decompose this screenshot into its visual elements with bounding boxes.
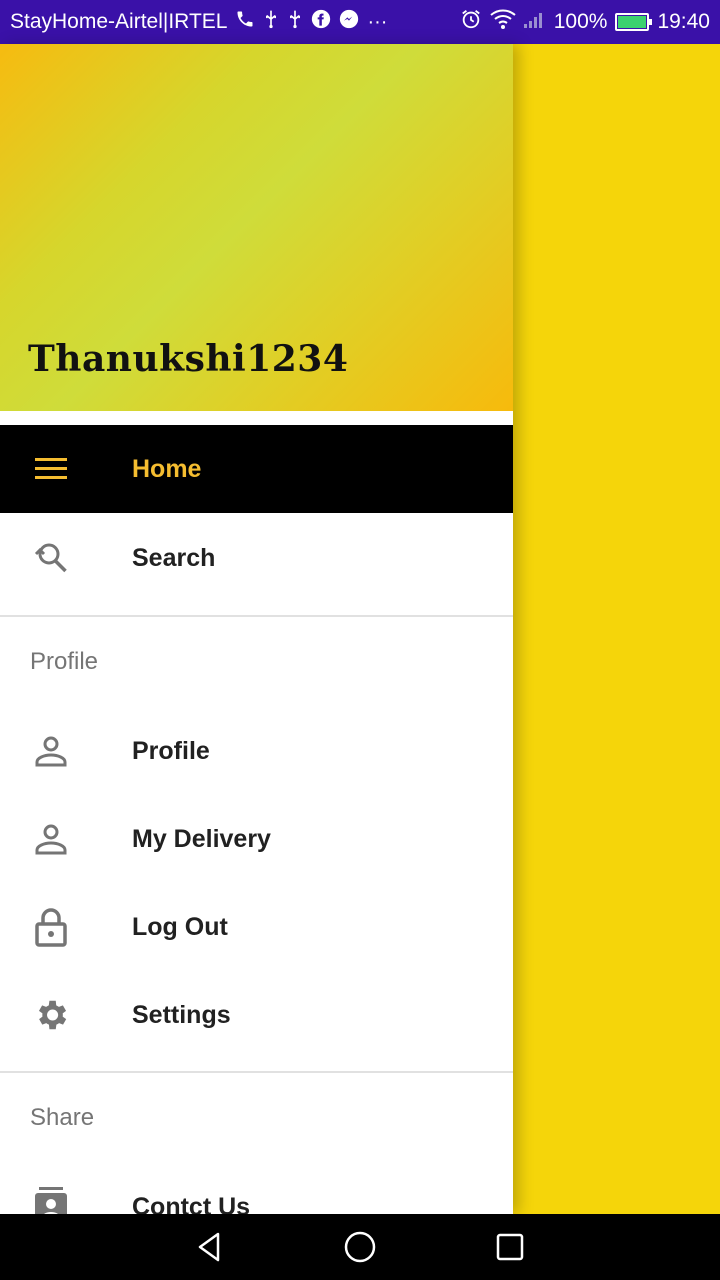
carrier-name: StayHome-Airtel|IRTEL <box>10 10 228 33</box>
drawer-username: Thanukshi1234 <box>28 338 349 380</box>
more-notifications-icon: ··· <box>367 11 388 33</box>
nav-item-my-delivery[interactable]: My Delivery <box>0 795 513 883</box>
nav-item-settings[interactable]: Settings <box>0 971 513 1059</box>
status-bar: StayHome-Airtel|IRTEL ··· 100% 19:40 <box>0 0 720 44</box>
status-left: StayHome-Airtel|IRTEL ··· <box>10 9 387 35</box>
nav-item-label: My Delivery <box>132 824 271 853</box>
messenger-icon <box>339 9 359 35</box>
nav-item-label: Settings <box>132 1000 231 1029</box>
phone-icon <box>235 9 255 35</box>
system-nav-bar <box>0 1214 720 1280</box>
header-spacer <box>0 411 513 425</box>
nav-item-label: Log Out <box>132 912 228 941</box>
lock-icon <box>30 906 72 948</box>
wifi-icon <box>490 9 516 35</box>
clock: 19:40 <box>657 10 710 33</box>
menu-icon <box>30 448 72 490</box>
person-icon <box>30 730 72 772</box>
section-title-profile: Profile <box>30 648 99 675</box>
contact-icon <box>30 1186 72 1214</box>
screen: StayHome-Airtel|IRTEL ··· 100% 19:40 Tha… <box>0 0 720 1280</box>
home-button[interactable] <box>340 1227 380 1267</box>
alarm-icon <box>460 8 482 36</box>
person-icon <box>30 818 72 860</box>
signal-icon <box>523 10 546 34</box>
nav-item-profile[interactable]: Profile <box>0 707 513 795</box>
search-icon <box>30 537 72 579</box>
usb-icon <box>263 9 279 35</box>
nav-item-label: Contct Us <box>132 1192 251 1215</box>
navigation-drawer: Thanukshi1234 Home Search Profile Profil… <box>0 44 513 1214</box>
facebook-icon <box>311 9 331 35</box>
usb-icon <box>287 9 303 35</box>
recent-apps-button[interactable] <box>490 1227 530 1267</box>
nav-item-contact-us[interactable]: Contct Us <box>0 1163 513 1214</box>
nav-item-log-out[interactable]: Log Out <box>0 883 513 971</box>
back-button[interactable] <box>190 1227 230 1267</box>
nav-item-home[interactable]: Home <box>0 425 513 513</box>
gear-icon <box>30 994 72 1036</box>
drawer-header: Thanukshi1234 <box>0 44 513 411</box>
nav-item-label: Search <box>132 543 216 572</box>
battery-percent: 100% <box>553 10 608 33</box>
status-right: 100% 19:40 <box>460 8 710 36</box>
battery-icon <box>615 13 653 31</box>
section-title-share: Share <box>30 1104 95 1131</box>
nav-item-label: Home <box>132 454 202 483</box>
nav-item-label: Profile <box>132 736 210 765</box>
nav-item-search[interactable]: Search <box>0 513 513 603</box>
